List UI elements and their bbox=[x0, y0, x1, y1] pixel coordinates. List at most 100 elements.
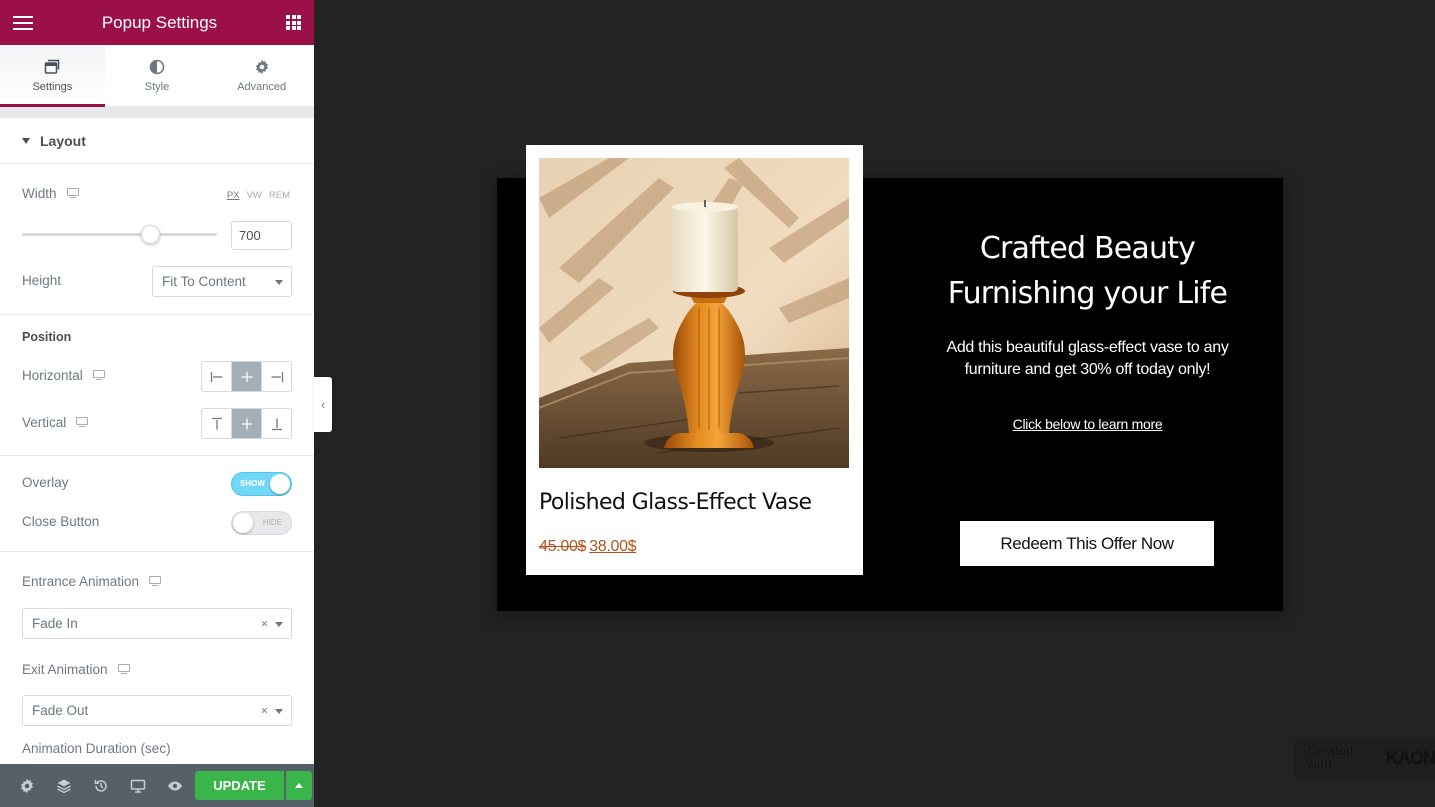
caret-up-icon bbox=[295, 783, 303, 788]
panel-separator bbox=[0, 107, 314, 118]
tab-advanced[interactable]: Advanced bbox=[209, 45, 314, 106]
editor-panel: Popup Settings Settings Style Advanced L… bbox=[0, 0, 314, 807]
settings-footer-button[interactable] bbox=[8, 764, 45, 807]
exit-animation-label: Exit Animation bbox=[22, 662, 108, 677]
unit-px[interactable]: PX bbox=[227, 190, 240, 201]
body-line-1: Add this beautiful glass-effect vase to … bbox=[946, 339, 1229, 356]
close-button-label: Close Button bbox=[22, 514, 100, 529]
responsive-desktop-icon[interactable] bbox=[66, 188, 79, 199]
width-slider-handle[interactable] bbox=[141, 225, 161, 244]
layout-section-title: Layout bbox=[40, 132, 86, 149]
history-button[interactable] bbox=[82, 764, 119, 807]
tab-style-label: Style bbox=[144, 80, 170, 93]
responsive-mode-button[interactable] bbox=[119, 764, 156, 807]
tab-settings[interactable]: Settings bbox=[0, 45, 105, 107]
clear-icon[interactable]: × bbox=[261, 703, 268, 717]
entrance-label-row: Entrance Animation bbox=[22, 574, 162, 589]
created-with-badge[interactable]: Created with KAON bbox=[1294, 738, 1435, 778]
tab-settings-label: Settings bbox=[32, 80, 73, 93]
vertical-label: Vertical bbox=[22, 415, 67, 430]
responsive-desktop-icon[interactable] bbox=[76, 417, 89, 428]
panel-footer: UPDATE bbox=[0, 764, 314, 807]
sale-price[interactable]: 38.00$ bbox=[589, 538, 636, 555]
vertical-label-row: Vertical bbox=[22, 415, 89, 430]
toggle-knob bbox=[270, 474, 290, 494]
width-label-row: Width bbox=[22, 186, 79, 201]
eye-icon bbox=[167, 781, 182, 790]
candle-holder-image bbox=[539, 158, 849, 468]
align-top-button[interactable] bbox=[202, 409, 232, 438]
responsive-desktop-icon[interactable] bbox=[149, 576, 162, 587]
chevron-down-icon bbox=[275, 279, 283, 285]
align-middle-icon bbox=[241, 418, 252, 429]
horizontal-position-group bbox=[201, 361, 292, 392]
update-button[interactable]: UPDATE bbox=[195, 771, 284, 800]
height-select[interactable]: Fit To Content bbox=[152, 266, 292, 297]
align-left-icon bbox=[210, 371, 222, 382]
align-center-horizontal-icon bbox=[241, 371, 252, 382]
navigator-button[interactable] bbox=[45, 764, 82, 807]
panel-tabs: Settings Style Advanced bbox=[0, 45, 314, 107]
layout-section-toggle[interactable]: Layout bbox=[0, 118, 314, 164]
panel-header: Popup Settings bbox=[0, 0, 314, 45]
brand-logo: KAON bbox=[1386, 747, 1435, 768]
headline-line-1: Crafted Beauty bbox=[979, 231, 1196, 266]
exit-animation-select[interactable]: Fade Out × bbox=[22, 695, 292, 726]
responsive-desktop-icon[interactable] bbox=[117, 664, 130, 675]
overlay-toggle-state: SHOW bbox=[240, 479, 265, 488]
learn-more-link[interactable]: Click below to learn more bbox=[890, 416, 1285, 432]
vertical-position-group bbox=[201, 408, 292, 439]
update-options-button[interactable] bbox=[286, 771, 312, 800]
panel-collapse-handle[interactable]: ‹ bbox=[314, 377, 332, 432]
close-button-toggle[interactable]: HIDE bbox=[231, 511, 292, 535]
divider bbox=[0, 314, 314, 315]
widgets-grid-icon[interactable] bbox=[286, 15, 301, 30]
popup-headline: Crafted Beauty Furnishing your Life bbox=[890, 226, 1285, 316]
menu-icon[interactable] bbox=[13, 15, 33, 31]
overlay-label-row: Overlay bbox=[22, 475, 69, 490]
close-button-toggle-state: HIDE bbox=[262, 518, 282, 527]
unit-rem[interactable]: REM bbox=[269, 190, 290, 201]
clear-icon[interactable]: × bbox=[261, 616, 268, 630]
toggle-knob bbox=[233, 513, 253, 533]
body-line-2: furniture and get 30% off today only! bbox=[964, 361, 1211, 378]
popup-body: Add this beautiful glass-effect vase to … bbox=[915, 337, 1260, 381]
horizontal-label: Horizontal bbox=[22, 368, 83, 383]
desktop-icon bbox=[130, 779, 145, 793]
unit-switcher: PX VW REM bbox=[227, 190, 290, 201]
height-label-row: Height bbox=[22, 273, 61, 288]
tab-advanced-label: Advanced bbox=[237, 80, 287, 93]
created-with-text: Created with bbox=[1307, 744, 1354, 772]
product-price: 45.00$ 38.00$ bbox=[539, 538, 637, 556]
unit-vw[interactable]: VW bbox=[247, 190, 262, 201]
align-start-button[interactable] bbox=[202, 362, 232, 391]
height-select-value: Fit To Content bbox=[162, 274, 246, 289]
align-center-button[interactable] bbox=[232, 362, 262, 391]
preview-button[interactable] bbox=[156, 764, 193, 807]
width-input[interactable]: 700 bbox=[231, 221, 292, 250]
chevron-down-icon bbox=[275, 621, 283, 627]
responsive-desktop-icon[interactable] bbox=[92, 370, 105, 381]
caret-down-icon bbox=[22, 137, 30, 144]
history-icon bbox=[94, 779, 107, 792]
gear-icon bbox=[255, 59, 268, 74]
overlay-toggle[interactable]: SHOW bbox=[231, 472, 292, 496]
align-end-button[interactable] bbox=[262, 362, 291, 391]
entrance-animation-select[interactable]: Fade In × bbox=[22, 608, 292, 639]
width-slider[interactable] bbox=[22, 225, 217, 244]
align-bottom-button[interactable] bbox=[262, 409, 291, 438]
tab-style[interactable]: Style bbox=[105, 45, 210, 106]
width-label: Width bbox=[22, 186, 57, 201]
product-image bbox=[539, 158, 849, 468]
exit-label-row: Exit Animation bbox=[22, 662, 130, 677]
align-middle-button[interactable] bbox=[232, 409, 262, 438]
animation-duration-label: Animation Duration (sec) bbox=[22, 741, 171, 756]
layers-icon bbox=[56, 779, 71, 793]
align-right-icon bbox=[271, 371, 283, 382]
align-bottom-icon bbox=[271, 418, 282, 430]
redeem-offer-button[interactable]: Redeem This Offer Now bbox=[960, 521, 1214, 566]
old-price: 45.00$ bbox=[539, 538, 587, 555]
divider bbox=[0, 551, 314, 552]
entrance-animation-label: Entrance Animation bbox=[22, 574, 140, 589]
close-button-label-row: Close Button bbox=[22, 514, 99, 529]
